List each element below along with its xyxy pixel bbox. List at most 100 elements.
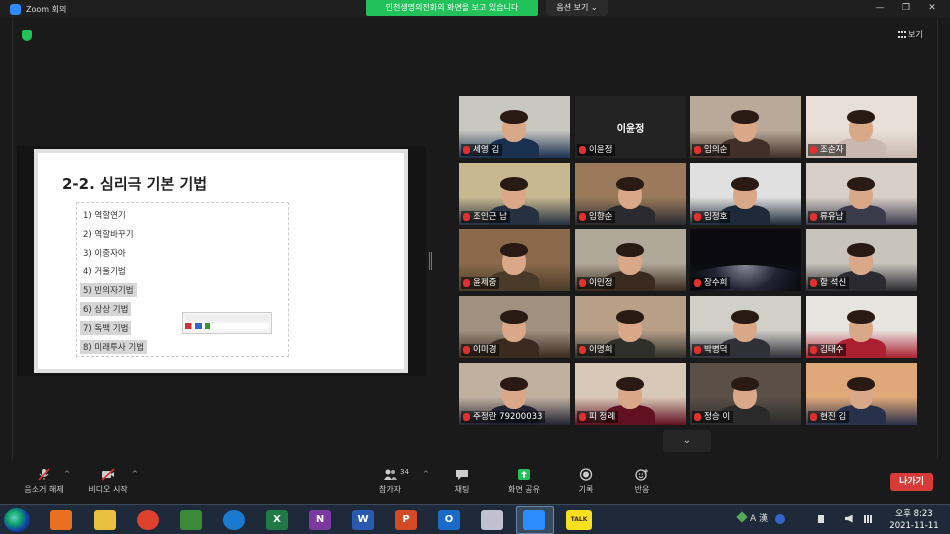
participant-tile[interactable]: 윤제중 xyxy=(459,229,570,291)
slide-list-item: 5) 빈의자기법 xyxy=(80,283,137,298)
chrome-taskbar-icon[interactable] xyxy=(137,510,159,530)
edge-taskbar-icon[interactable] xyxy=(223,510,245,530)
muted-mic-icon xyxy=(694,279,701,287)
participant-name: 이미경 xyxy=(473,345,497,355)
snipping-taskbar-icon[interactable] xyxy=(481,510,503,530)
windows-taskbar: X N W P O TALK A 漢 오후 8:23 2021-11-11 xyxy=(0,504,950,534)
media-player-taskbar-icon[interactable] xyxy=(50,510,72,530)
grid-icon xyxy=(898,31,906,38)
start-video-button[interactable]: 비디오 시작 xyxy=(78,466,138,500)
taskbar-clock[interactable]: 오후 8:23 2021-11-11 xyxy=(884,508,944,532)
participant-tile[interactable]: 장수희 xyxy=(690,229,801,291)
participant-tile[interactable]: 이미경 xyxy=(459,296,570,358)
muted-mic-icon xyxy=(463,346,470,354)
participant-name-label: 함 석신 xyxy=(808,277,850,289)
participant-tile[interactable]: 현진 김 xyxy=(806,363,917,425)
participant-tile[interactable]: 이윤정 이윤정 xyxy=(575,96,686,158)
close-window-button[interactable]: ✕ xyxy=(924,1,940,15)
kakaotalk-taskbar-icon[interactable]: TALK xyxy=(566,510,592,530)
video-off-icon xyxy=(101,468,115,481)
participant-name-label: 이윤정 xyxy=(577,144,616,156)
maximize-button[interactable]: ❐ xyxy=(898,1,914,15)
muted-mic-icon xyxy=(579,279,586,287)
participant-tile[interactable]: 박병덕 xyxy=(690,296,801,358)
participant-tile[interactable]: 정승 이 xyxy=(690,363,801,425)
word-taskbar-icon[interactable]: W xyxy=(352,510,374,530)
participant-name-label: 정승 이 xyxy=(692,411,734,423)
participant-tile[interactable]: 조인근 남 xyxy=(459,163,570,225)
chat-button[interactable]: 채팅 xyxy=(432,466,492,500)
zoom-taskbar-icon[interactable] xyxy=(523,510,545,530)
network-users-taskbar-icon[interactable] xyxy=(180,510,202,530)
participants-icon xyxy=(384,469,397,480)
participant-name-label: 임정호 xyxy=(692,211,731,223)
slide-list-item: 4) 거울기법 xyxy=(83,267,126,278)
participant-name: 현진 김 xyxy=(820,412,847,422)
participant-tile[interactable]: 임의순 xyxy=(690,96,801,158)
participant-tile[interactable]: 피 정례 xyxy=(575,363,686,425)
muted-mic-icon xyxy=(463,279,470,287)
participant-tile[interactable]: 이명희 xyxy=(575,296,686,358)
muted-mic-icon xyxy=(810,146,817,154)
ime-indicator[interactable]: A 漢 xyxy=(750,514,768,524)
participant-tile[interactable]: 세영 김 xyxy=(459,96,570,158)
outlook-taskbar-icon[interactable]: O xyxy=(438,510,460,530)
network-tray-icon[interactable] xyxy=(736,511,748,523)
participant-name-label: 현진 김 xyxy=(808,411,850,423)
video-options-caret[interactable]: ^ xyxy=(132,470,138,478)
participant-tile[interactable]: 임향순 xyxy=(575,163,686,225)
file-explorer-taskbar-icon[interactable] xyxy=(94,510,116,530)
participant-name: 함 석신 xyxy=(820,278,847,288)
start-button-icon[interactable] xyxy=(4,508,30,532)
gallery-view-button[interactable]: 보기 xyxy=(898,28,923,42)
help-icon[interactable] xyxy=(774,513,785,524)
clock-time: 오후 8:23 xyxy=(895,509,933,519)
reactions-button[interactable]: 반응 xyxy=(612,466,672,500)
muted-mic-icon xyxy=(810,413,817,421)
participant-name: 이민정 xyxy=(589,278,613,288)
participant-name: 주정란 79200033 xyxy=(473,412,543,422)
powerpoint-taskbar-icon[interactable]: P xyxy=(395,510,417,530)
participant-name: 장수희 xyxy=(704,278,728,288)
leave-meeting-button[interactable]: 나가기 xyxy=(890,473,933,491)
view-options-button[interactable]: 옵션 보기 ⌄ xyxy=(546,0,608,16)
participant-name-label: 조인근 남 xyxy=(461,211,510,223)
excel-taskbar-icon[interactable]: X xyxy=(266,510,288,530)
muted-mic-icon xyxy=(810,279,817,287)
muted-mic-icon xyxy=(579,346,586,354)
audio-options-caret[interactable]: ^ xyxy=(64,470,70,478)
participant-name-label: 이민정 xyxy=(577,277,616,289)
gallery-scroll-down-button[interactable]: ⌄ xyxy=(663,430,711,452)
split-view-handle[interactable] xyxy=(429,252,432,270)
minimize-button[interactable]: — xyxy=(872,1,888,15)
participant-tile[interactable]: 주정란 79200033 xyxy=(459,363,570,425)
participant-name-label: 이명희 xyxy=(577,344,616,356)
participants-options-caret[interactable]: ^ xyxy=(423,470,429,478)
meeting-toolbar: 음소거 해제 ^ 비디오 시작 ^ 참가자 34 ^ 채팅 화면 공유 기록 반… xyxy=(0,462,950,502)
security-shield-icon[interactable] xyxy=(22,30,32,41)
participant-tile[interactable]: 김태수 xyxy=(806,296,917,358)
muted-mic-icon xyxy=(694,146,701,154)
participants-count: 34 xyxy=(400,468,409,476)
system-tray: A 漢 xyxy=(736,511,874,529)
participant-display-name: 이윤정 xyxy=(616,124,645,135)
share-screen-button[interactable]: 화면 공유 xyxy=(494,466,554,500)
flag-icon[interactable] xyxy=(817,514,824,523)
muted-mic-icon xyxy=(463,146,470,154)
signal-icon[interactable] xyxy=(863,514,874,523)
onenote-taskbar-icon[interactable]: N xyxy=(309,510,331,530)
muted-mic-icon xyxy=(579,146,586,154)
slide-list-item: 6) 상상 기법 xyxy=(80,302,132,316)
muted-mic-icon xyxy=(694,213,701,221)
participant-tile[interactable]: 이민정 xyxy=(575,229,686,291)
participant-tile[interactable]: 조순자 xyxy=(806,96,917,158)
participants-button[interactable]: 참가자 xyxy=(360,466,420,500)
participant-tile[interactable]: 류유남 xyxy=(806,163,917,225)
volume-icon[interactable] xyxy=(844,514,853,523)
participant-name-label: 윤제중 xyxy=(461,277,500,289)
participant-tile[interactable]: 함 석신 xyxy=(806,229,917,291)
participant-tile[interactable]: 임정호 xyxy=(690,163,801,225)
reactions-label: 반응 xyxy=(634,485,650,494)
record-button[interactable]: 기록 xyxy=(556,466,616,500)
slide-list-item: 2) 역할바꾸기 xyxy=(83,229,134,240)
